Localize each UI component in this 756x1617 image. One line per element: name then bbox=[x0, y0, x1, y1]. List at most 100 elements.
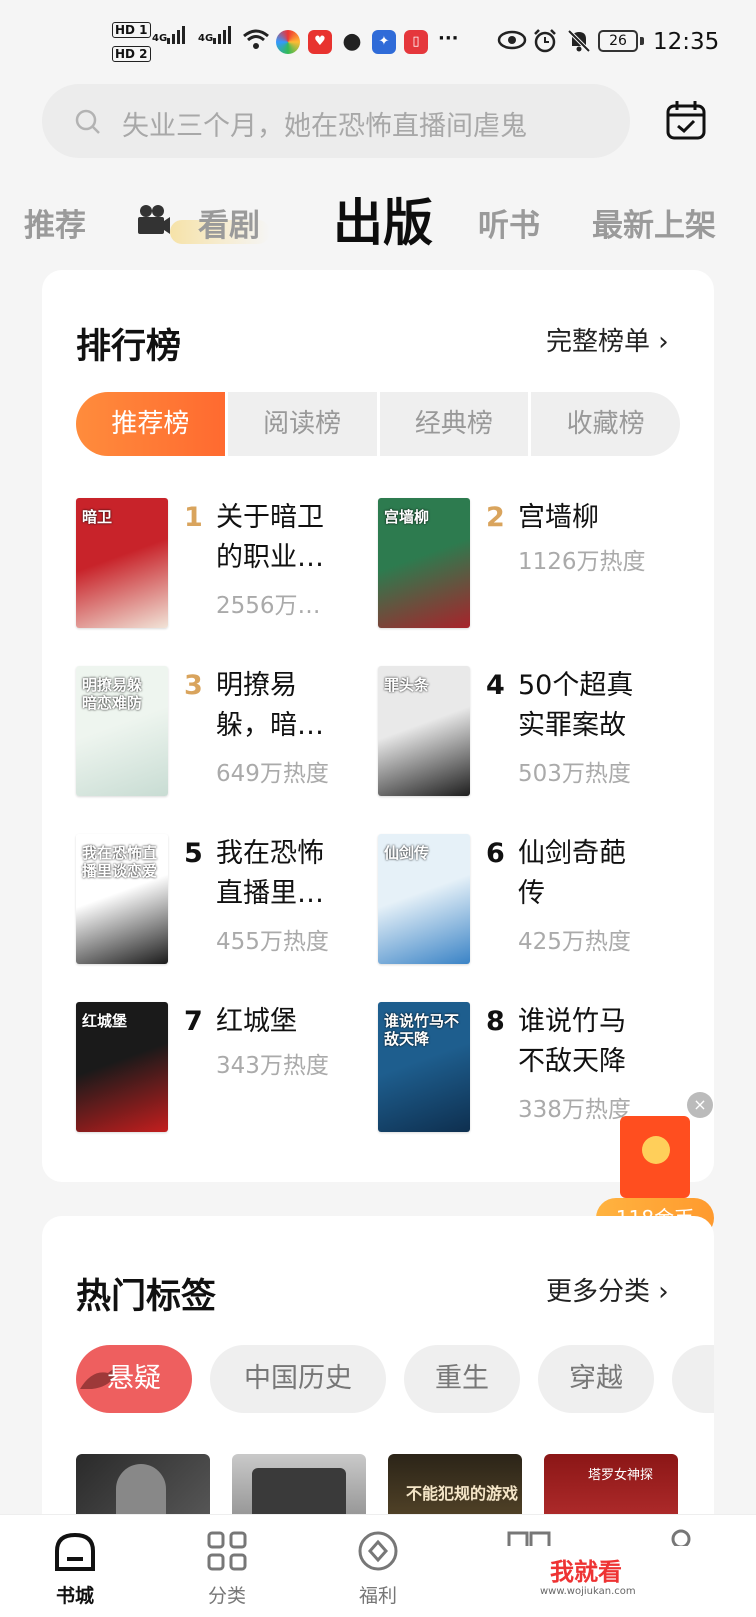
calendar-checkin-icon[interactable] bbox=[664, 98, 708, 142]
ranking-tab-classic[interactable]: 经典榜 bbox=[379, 392, 529, 456]
ranking-tabs: 推荐榜 阅读榜 经典榜 收藏榜 bbox=[76, 392, 680, 456]
tag-chinese-history[interactable]: 中国历史 bbox=[210, 1345, 386, 1413]
eye-comfort-icon bbox=[497, 30, 527, 50]
net2-label: 4G bbox=[198, 33, 214, 44]
red-packet[interactable] bbox=[620, 1116, 690, 1198]
video-camera-icon bbox=[138, 205, 170, 234]
book-rank: 5 bbox=[184, 838, 203, 869]
book-rank: 2 bbox=[486, 502, 505, 533]
watermark-url: www.wojiukan.com bbox=[540, 1586, 636, 1597]
net1-label: 4G bbox=[152, 33, 168, 44]
book-cover[interactable]: 我在恐怖直播里谈恋爱 bbox=[76, 834, 168, 964]
book-title[interactable]: 明撩易躲，暗… bbox=[216, 666, 346, 746]
ranking-tab-recommend[interactable]: 推荐榜 bbox=[76, 392, 225, 456]
book-cover-title: 仙剑传 bbox=[384, 844, 430, 862]
book-title[interactable]: 宫墙柳 bbox=[518, 498, 648, 538]
tab-publish[interactable]: 出版 bbox=[333, 183, 433, 255]
book-title[interactable]: 我在恐怖直播里… bbox=[216, 834, 346, 914]
book-cover[interactable]: 红城堡 bbox=[76, 1002, 168, 1132]
tag-rebirth[interactable]: 重生 bbox=[404, 1345, 520, 1413]
compass-icon bbox=[358, 1531, 398, 1571]
more-categories-link[interactable]: 更多分类 › bbox=[546, 1271, 669, 1308]
book-rank: 7 bbox=[184, 1006, 203, 1037]
book-cover-title: 我在恐怖直播里谈恋爱 bbox=[82, 844, 158, 880]
red-packet-close-button[interactable]: × bbox=[687, 1092, 713, 1118]
book-rank: 8 bbox=[486, 1006, 505, 1037]
battery-indicator: 26 bbox=[598, 30, 638, 52]
app-pinwheel-icon bbox=[276, 30, 300, 54]
signal-1-icon: 4G bbox=[152, 26, 186, 44]
book-cover-title: 谁说竹马不敌天降 bbox=[384, 1012, 460, 1048]
book-cover[interactable]: 明撩易躲 暗恋难防 bbox=[76, 666, 168, 796]
ranking-book[interactable]: 罪头条 4 50个超真实罪案故事… 503万热度 bbox=[378, 666, 678, 806]
full-ranking-link[interactable]: 完整榜单 › bbox=[546, 321, 669, 358]
ranking-book[interactable]: 明撩易躲 暗恋难防 3 明撩易躲，暗… 649万热度 bbox=[76, 666, 376, 806]
book-cover[interactable]: 仙剑传 bbox=[378, 834, 470, 964]
nav-bookstore-label: 书城 bbox=[55, 1585, 94, 1607]
book-heat: 2556万… bbox=[216, 593, 321, 619]
ranking-tab-favorites[interactable]: 收藏榜 bbox=[531, 392, 680, 456]
nav-category[interactable]: 分类 bbox=[182, 1529, 272, 1608]
book-title[interactable]: 红城堡 bbox=[216, 1002, 346, 1042]
tab-audiobook[interactable]: 听书 bbox=[478, 200, 540, 245]
nav-category-label: 分类 bbox=[207, 1585, 246, 1607]
book-cover-title: 红城堡 bbox=[82, 1012, 128, 1030]
book-cover-title: 暗卫 bbox=[82, 508, 113, 526]
status-bar: HD 1 HD 2 4G 4G ♥ ● ✦ ▯ ··· 26 12:35 bbox=[0, 0, 756, 80]
book-cover[interactable]: 暗卫 bbox=[76, 498, 168, 628]
book-heat: 455万热度 bbox=[216, 929, 329, 955]
nav-welfare-label: 福利 bbox=[358, 1585, 397, 1607]
coin-icon bbox=[642, 1136, 670, 1164]
book-heat: 649万热度 bbox=[216, 761, 329, 787]
book-heat: 1126万热度 bbox=[518, 549, 646, 575]
search-icon bbox=[75, 109, 100, 134]
book-cover-title: 宫墙柳 bbox=[384, 508, 430, 526]
cover-4-title: 塔罗女神探 bbox=[588, 1468, 654, 1483]
sim1-indicator: HD 1 bbox=[112, 22, 151, 38]
ranking-book[interactable]: 红城堡 7 红城堡 343万热度 bbox=[76, 1002, 376, 1142]
cover-3-title: 不能犯规的游戏 bbox=[406, 1484, 519, 1503]
book-title[interactable]: 谁说竹马不敌天降 bbox=[518, 1002, 648, 1082]
ranking-tab-reading[interactable]: 阅读榜 bbox=[227, 392, 377, 456]
ranking-book[interactable]: 仙剑传 6 仙剑奇葩传 425万热度 bbox=[378, 834, 678, 974]
book-heat: 503万热度 bbox=[518, 761, 631, 787]
book-rank: 3 bbox=[184, 670, 203, 701]
ranking-book[interactable]: 暗卫 1 关于暗卫的职业… 2556万… bbox=[76, 498, 376, 638]
tab-new-arrivals[interactable]: 最新上架 bbox=[592, 200, 716, 245]
book-cover[interactable]: 宫墙柳 bbox=[378, 498, 470, 628]
book-title[interactable]: 50个超真实罪案故事… bbox=[518, 666, 648, 746]
book-cover[interactable]: 谁说竹马不敌天降 bbox=[378, 1002, 470, 1132]
clock: 12:35 bbox=[653, 29, 720, 55]
sim2-indicator: HD 2 bbox=[112, 46, 151, 62]
tag-time-travel[interactable]: 穿越 bbox=[538, 1345, 654, 1413]
book-title[interactable]: 关于暗卫的职业… bbox=[216, 498, 346, 578]
watermark-logo: 我就看 bbox=[550, 1552, 622, 1587]
nav-welfare[interactable]: 福利 bbox=[333, 1529, 423, 1608]
search-placeholder: 失业三个月，她在恐怖直播间虐鬼 bbox=[122, 111, 527, 142]
search-bar[interactable]: 失业三个月，她在恐怖直播间虐鬼 bbox=[42, 84, 630, 158]
qq-icon: ● bbox=[342, 29, 362, 54]
book-heat: 338万热度 bbox=[518, 1097, 631, 1123]
book-heat: 343万热度 bbox=[216, 1053, 329, 1079]
more-notifications-icon: ··· bbox=[438, 28, 459, 49]
grid-icon bbox=[207, 1531, 247, 1571]
book-app-icon: ▯ bbox=[404, 30, 428, 54]
ranking-book[interactable]: 我在恐怖直播里谈恋爱 5 我在恐怖直播里… 455万热度 bbox=[76, 834, 376, 974]
watermark-title: 我就看 bbox=[550, 1558, 622, 1586]
app-heart-icon: ♥ bbox=[308, 30, 332, 54]
book-cover[interactable]: 罪头条 bbox=[378, 666, 470, 796]
book-rank: 6 bbox=[486, 838, 505, 869]
tab-drama[interactable]: 看剧 bbox=[198, 200, 260, 245]
book-cover-title: 罪头条 bbox=[384, 676, 430, 694]
hot-tags-title: 热门标签 bbox=[76, 1277, 217, 1317]
book-rank: 4 bbox=[486, 670, 505, 701]
ranking-book[interactable]: 宫墙柳 2 宫墙柳 1126万热度 bbox=[378, 498, 678, 638]
bulb-app-icon: ✦ bbox=[372, 30, 396, 54]
tag-suspense[interactable]: 悬疑 bbox=[76, 1345, 192, 1413]
nav-bookstore[interactable]: 书城 bbox=[30, 1529, 120, 1608]
tag-suspense-label: 悬疑 bbox=[107, 1363, 161, 1394]
book-rank: 1 bbox=[184, 502, 203, 533]
book-title[interactable]: 仙剑奇葩传 bbox=[518, 834, 648, 914]
ranking-title: 排行榜 bbox=[76, 327, 182, 367]
tab-recommend[interactable]: 推荐 bbox=[24, 200, 86, 245]
